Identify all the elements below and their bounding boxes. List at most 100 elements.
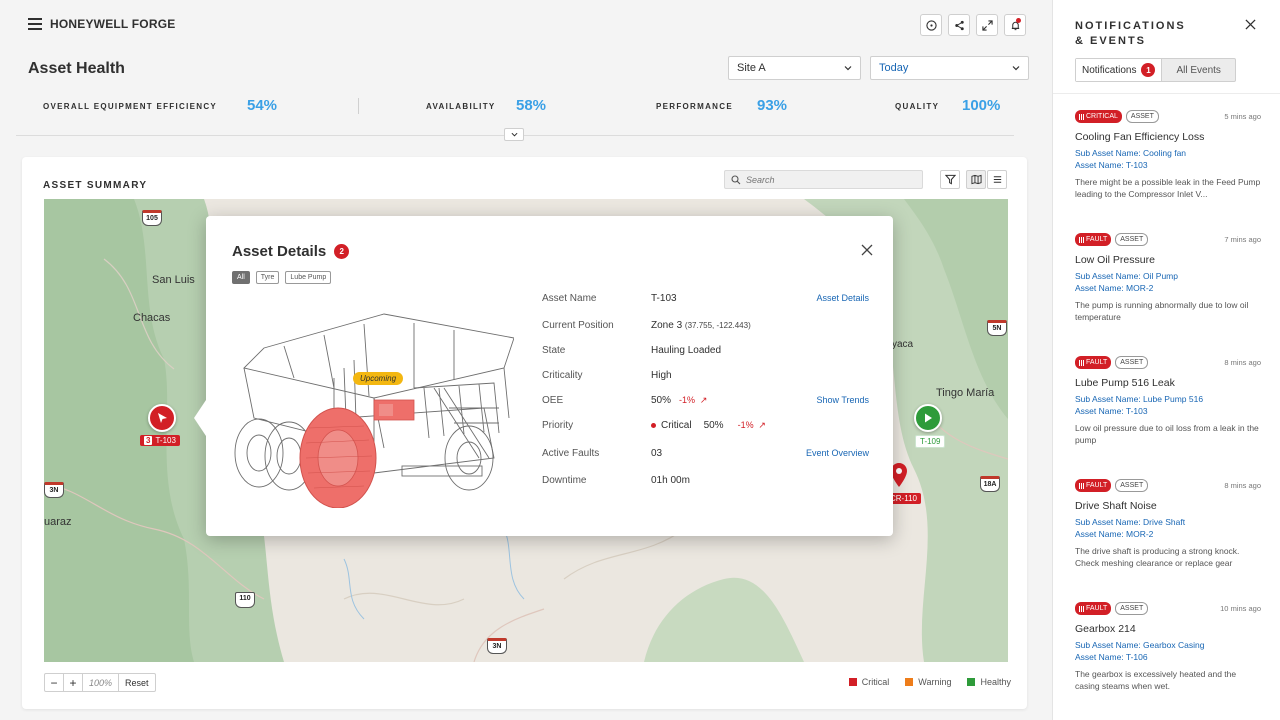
chevron-down-icon: [511, 132, 517, 137]
kpi-divider: [358, 98, 359, 114]
zoom-level: 100%: [83, 674, 120, 691]
top-actions: [920, 14, 1026, 36]
notification-item[interactable]: FAULT ASSET 8 mins ago Drive Shaft Noise…: [1075, 479, 1261, 569]
bell-icon[interactable]: [1004, 14, 1026, 36]
tab-notifications[interactable]: Notifications 1: [1076, 59, 1163, 81]
chip-tyre[interactable]: Tyre: [255, 271, 280, 284]
search-box[interactable]: [724, 170, 923, 189]
modal-title-text: Asset Details: [232, 243, 327, 260]
notification-item[interactable]: FAULT ASSET 8 mins ago Lube Pump 516 Lea…: [1075, 356, 1261, 446]
panel-tabs: Notifications 1 All Events: [1075, 58, 1236, 82]
notification-time: 8 mins ago: [1224, 358, 1261, 367]
severity-badge: FAULT: [1075, 602, 1112, 615]
map-place-label: Chacas: [133, 312, 171, 324]
detail-value: Hauling Loaded: [651, 345, 722, 356]
search-input[interactable]: [746, 174, 916, 185]
panel-divider: [1053, 93, 1280, 94]
modal-pointer: [194, 400, 206, 436]
asset-type-badge: ASSET: [1115, 479, 1149, 492]
notification-title: Drive Shaft Noise: [1075, 500, 1157, 512]
detail-value: 01h 00m: [651, 475, 690, 486]
notification-sub-asset[interactable]: Sub Asset Name: Gearbox Casing: [1075, 639, 1261, 651]
reset-button[interactable]: Reset: [119, 674, 155, 691]
menu-icon[interactable]: [28, 18, 42, 30]
detail-label: Asset Name: [542, 293, 597, 304]
notification-item[interactable]: FAULT ASSET 7 mins ago Low Oil Pressure …: [1075, 233, 1261, 323]
notification-time: 8 mins ago: [1224, 481, 1261, 490]
detail-coordinates: (37.755, -122.443): [684, 321, 751, 330]
show-trends-link[interactable]: Show Trends: [816, 395, 869, 405]
haul-truck-illustration: [234, 313, 514, 508]
notification-sub-asset[interactable]: Sub Asset Name: Oil Pump: [1075, 270, 1261, 282]
top-bar: HONEYWELL FORGE: [0, 0, 1052, 50]
map-place-label: Tingo María: [936, 387, 995, 399]
notification-description: The pump is running abnormally due to lo…: [1075, 300, 1249, 322]
map-view-button[interactable]: [966, 170, 986, 189]
kpi-quality-label: QUALITY: [895, 102, 940, 111]
trend-up-icon: ↗: [699, 395, 708, 405]
date-select[interactable]: Today: [870, 56, 1029, 80]
chip-lube-pump[interactable]: Lube Pump: [285, 271, 332, 284]
notification-item[interactable]: FAULT ASSET 10 mins ago Gearbox 214 Sub …: [1075, 602, 1261, 692]
tab-all-events[interactable]: All Events: [1162, 59, 1234, 81]
notification-asset[interactable]: Asset Name: T-106: [1075, 651, 1261, 663]
notification-item[interactable]: CRITICAL ASSET 5 mins ago Cooling Fan Ef…: [1075, 110, 1261, 200]
close-icon[interactable]: [861, 244, 873, 256]
brand-logo: HONEYWELL FORGE: [50, 17, 176, 31]
zoom-controls: − + 100% Reset: [44, 673, 156, 692]
detail-value: High: [651, 370, 672, 381]
notifications-panel: NOTIFICATIONS & EVENTS Notifications 1 A…: [1052, 0, 1280, 720]
kpi-availability-value: 58%: [516, 97, 547, 114]
notification-badges: CRITICAL ASSET 5 mins ago: [1075, 110, 1261, 123]
detail-label: Current Position: [542, 320, 614, 331]
expand-icon[interactable]: [976, 14, 998, 36]
kpi-oee-value: 54%: [247, 97, 278, 114]
zoom-in-button[interactable]: +: [64, 674, 83, 691]
asset-details-link[interactable]: Asset Details: [816, 293, 869, 303]
notification-title: Lube Pump 516 Leak: [1075, 377, 1175, 389]
detail-value-wrap: 50% -1% ↗: [651, 395, 707, 406]
site-select[interactable]: Site A: [728, 56, 861, 80]
notification-badges: FAULT ASSET 8 mins ago: [1075, 479, 1261, 492]
notification-asset[interactable]: Asset Name: T-103: [1075, 159, 1261, 171]
asset-tag-t109[interactable]: T-109: [915, 435, 946, 448]
notification-sub-asset[interactable]: Sub Asset Name: Lube Pump 516: [1075, 393, 1261, 405]
map-legend: Critical Warning Healthy: [848, 677, 1011, 687]
road-shield: 105: [142, 210, 162, 226]
kpi-performance-label: PERFORMANCE: [656, 102, 733, 111]
trend-value: -1%: [737, 420, 754, 430]
notification-description: The gearbox is excessively heated and th…: [1075, 669, 1237, 691]
notification-sub-asset[interactable]: Sub Asset Name: Drive Shaft: [1075, 516, 1261, 528]
chip-all[interactable]: All: [232, 271, 250, 284]
notification-sub-asset[interactable]: Sub Asset Name: Cooling fan: [1075, 147, 1261, 159]
list-view-button[interactable]: [987, 170, 1007, 189]
filter-button[interactable]: [940, 170, 960, 189]
kpi-collapse-button[interactable]: [504, 128, 524, 141]
notification-title: Low Oil Pressure: [1075, 254, 1155, 266]
detail-label: State: [542, 345, 566, 356]
severity-bars-icon: [1079, 113, 1084, 120]
kpi-oee-label: OVERALL EQUIPMENT EFFICIENCY: [43, 102, 218, 111]
trend-up-icon: ↗: [758, 420, 766, 430]
help-icon[interactable]: [920, 14, 942, 36]
asset-marker-t103[interactable]: [148, 404, 176, 432]
road-shield: 3N: [44, 482, 64, 498]
legend-swatch: [905, 678, 914, 686]
notification-title: Gearbox 214: [1075, 623, 1136, 635]
asset-marker-t109[interactable]: [914, 404, 942, 432]
kpi-availability-label: AVAILABILITY: [426, 102, 496, 111]
asset-tag-label: T-103: [155, 436, 176, 445]
close-icon[interactable]: [1245, 19, 1256, 30]
event-overview-link[interactable]: Event Overview: [806, 448, 869, 458]
modal-count-badge: 2: [334, 244, 350, 259]
filter-icon: [944, 174, 956, 185]
detail-label: Priority: [542, 420, 574, 431]
notification-asset[interactable]: Asset Name: MOR-2: [1075, 528, 1261, 540]
component-filter-chips: All Tyre Lube Pump: [232, 271, 332, 284]
notification-asset[interactable]: Asset Name: T-103: [1075, 405, 1261, 417]
zoom-out-button[interactable]: −: [45, 674, 64, 691]
notification-asset[interactable]: Asset Name: MOR-2: [1075, 282, 1261, 294]
detail-label: OEE: [542, 395, 564, 406]
asset-tag-t103[interactable]: 3 T-103: [140, 435, 180, 446]
share-icon[interactable]: [948, 14, 970, 36]
